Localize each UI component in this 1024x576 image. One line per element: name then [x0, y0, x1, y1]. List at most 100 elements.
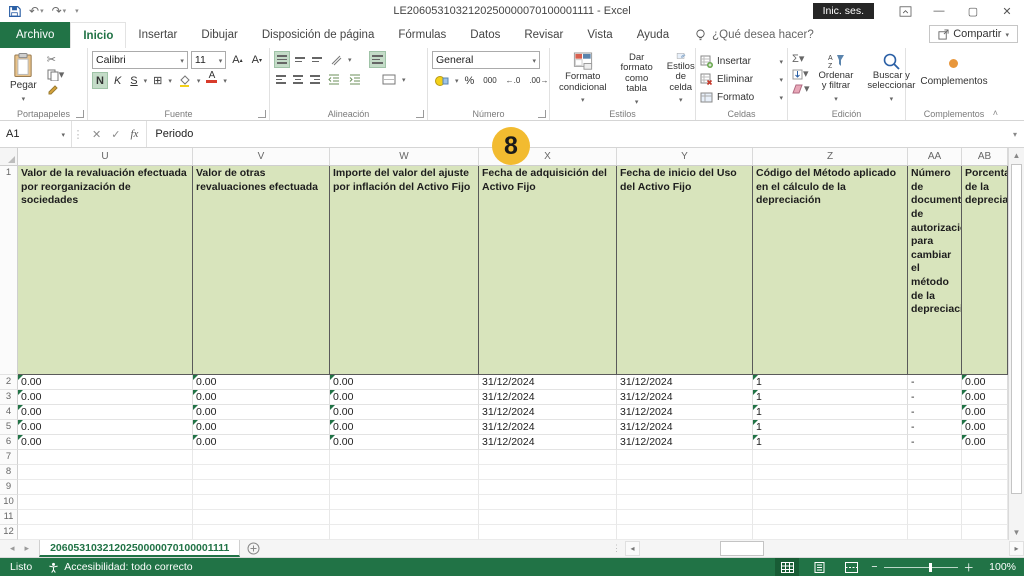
row-number[interactable]: 8: [0, 465, 18, 480]
scroll-right-icon[interactable]: ▸: [1009, 541, 1024, 556]
column-header-Z[interactable]: Z: [753, 148, 908, 165]
cell-V6[interactable]: 0.00: [193, 435, 330, 450]
expand-formula-bar-icon[interactable]: ▾: [1006, 121, 1024, 147]
scroll-up-icon[interactable]: ▲: [1009, 148, 1024, 163]
align-left-icon[interactable]: [274, 71, 288, 88]
align-middle-icon[interactable]: [293, 51, 307, 68]
column-header-Y[interactable]: Y: [617, 148, 753, 165]
cell-Y6[interactable]: 31/12/2024: [617, 435, 753, 450]
cell-Z12[interactable]: [753, 525, 908, 540]
cell-Y10[interactable]: [617, 495, 753, 510]
cell-AA11[interactable]: [908, 510, 962, 525]
wrap-text-icon[interactable]: [369, 51, 386, 68]
namebox-resize-handle[interactable]: ⋮: [72, 121, 84, 147]
cell-V9[interactable]: [193, 480, 330, 495]
dialog-launcher-icon[interactable]: [416, 110, 424, 118]
row-number[interactable]: 4: [0, 405, 18, 420]
cell-Z5[interactable]: 1: [753, 420, 908, 435]
row-number[interactable]: 7: [0, 450, 18, 465]
undo-button[interactable]: ↶▾: [29, 4, 44, 18]
cell-Z4[interactable]: 1: [753, 405, 908, 420]
cell-Z9[interactable]: [753, 480, 908, 495]
header-cell-Z1[interactable]: Código del Método aplicado en el cálculo…: [753, 166, 908, 375]
fill-down-icon[interactable]: ▾: [792, 68, 810, 80]
column-header-AB[interactable]: AB: [962, 148, 1008, 165]
cell-V11[interactable]: [193, 510, 330, 525]
tab-disposicion[interactable]: Disposición de página: [250, 22, 387, 48]
sheet-nav-right-icon[interactable]: ▸: [25, 543, 30, 554]
view-page-layout-icon[interactable]: [807, 558, 831, 576]
cell-AB2[interactable]: 0.00: [962, 375, 1008, 390]
copy-icon[interactable]: ▾: [47, 69, 65, 81]
dialog-launcher-icon[interactable]: [76, 110, 84, 118]
cell-AB4[interactable]: 0.00: [962, 405, 1008, 420]
cell-AB10[interactable]: [962, 495, 1008, 510]
cell-V10[interactable]: [193, 495, 330, 510]
cell-AB9[interactable]: [962, 480, 1008, 495]
cell-Z11[interactable]: [753, 510, 908, 525]
column-header-V[interactable]: V: [193, 148, 330, 165]
cell-X4[interactable]: 31/12/2024: [479, 405, 617, 420]
italic-button[interactable]: K: [111, 72, 124, 89]
cell-Y3[interactable]: 31/12/2024: [617, 390, 753, 405]
cell-U11[interactable]: [18, 510, 193, 525]
cell-X12[interactable]: [479, 525, 617, 540]
name-box[interactable]: A1: [0, 121, 72, 147]
confirm-entry-icon[interactable]: ✓: [111, 128, 120, 141]
tab-datos[interactable]: Datos: [458, 22, 512, 48]
increase-indent-icon[interactable]: [346, 71, 364, 88]
cell-Y5[interactable]: 31/12/2024: [617, 420, 753, 435]
cell-V12[interactable]: [193, 525, 330, 540]
insert-cells-button[interactable]: Insertar: [700, 53, 783, 69]
cell-AB7[interactable]: [962, 450, 1008, 465]
minimize-button[interactable]: —: [922, 0, 956, 22]
tab-dibujar[interactable]: Dibujar: [189, 22, 249, 48]
number-format-combo[interactable]: General: [432, 51, 540, 69]
cell-W12[interactable]: [330, 525, 479, 540]
header-cell-X1[interactable]: Fecha de adquisición del Activo Fijo: [479, 166, 617, 375]
cell-U3[interactable]: 0.00: [18, 390, 193, 405]
align-top-icon[interactable]: [274, 51, 290, 68]
zoom-out-icon[interactable]: −: [871, 561, 877, 573]
cell-AA2[interactable]: -: [908, 375, 962, 390]
format-cells-button[interactable]: Formato: [700, 89, 783, 105]
grow-font-icon[interactable]: A▴: [229, 52, 245, 69]
row-number[interactable]: 5: [0, 420, 18, 435]
cell-X11[interactable]: [479, 510, 617, 525]
align-right-icon[interactable]: [308, 71, 322, 88]
cell-AA6[interactable]: -: [908, 435, 962, 450]
cell-W2[interactable]: 0.00: [330, 375, 479, 390]
font-name-combo[interactable]: Calibri: [92, 51, 188, 69]
addins-button[interactable]: Complementos: [914, 51, 993, 106]
cell-Z3[interactable]: 1: [753, 390, 908, 405]
column-header-AA[interactable]: AA: [908, 148, 962, 165]
horizontal-scrollbar[interactable]: ⋮ ◂ ▸: [612, 540, 1024, 556]
dialog-launcher-icon[interactable]: [538, 110, 546, 118]
select-all-corner[interactable]: [0, 148, 18, 165]
column-header-U[interactable]: U: [18, 148, 193, 165]
font-size-combo[interactable]: 11: [191, 51, 226, 69]
vertical-scroll-thumb[interactable]: [1011, 164, 1022, 494]
cell-AA9[interactable]: [908, 480, 962, 495]
cell-Z7[interactable]: [753, 450, 908, 465]
format-painter-icon[interactable]: [47, 84, 65, 96]
vertical-scrollbar[interactable]: ▲ ▼: [1008, 148, 1024, 540]
row-number[interactable]: 1: [0, 166, 18, 375]
cell-W9[interactable]: [330, 480, 479, 495]
cell-Z2[interactable]: 1: [753, 375, 908, 390]
maximize-button[interactable]: ▢: [956, 0, 990, 22]
redo-button[interactable]: ↷▾: [52, 4, 67, 18]
autosum-icon[interactable]: Σ▾: [792, 53, 810, 65]
conditional-formatting-button[interactable]: Formato condicional: [554, 51, 612, 106]
decrease-decimal-icon[interactable]: .00→: [526, 72, 551, 89]
dialog-launcher-icon[interactable]: [258, 110, 266, 118]
row-number[interactable]: 3: [0, 390, 18, 405]
tab-split-handle[interactable]: ⋮: [612, 543, 621, 554]
cancel-entry-icon[interactable]: ✕: [92, 128, 101, 141]
cell-Y7[interactable]: [617, 450, 753, 465]
new-sheet-icon[interactable]: [240, 540, 266, 557]
comma-style-button[interactable]: 000: [480, 72, 499, 89]
cell-V2[interactable]: 0.00: [193, 375, 330, 390]
cell-AB12[interactable]: [962, 525, 1008, 540]
tab-archivo[interactable]: Archivo: [0, 22, 70, 48]
